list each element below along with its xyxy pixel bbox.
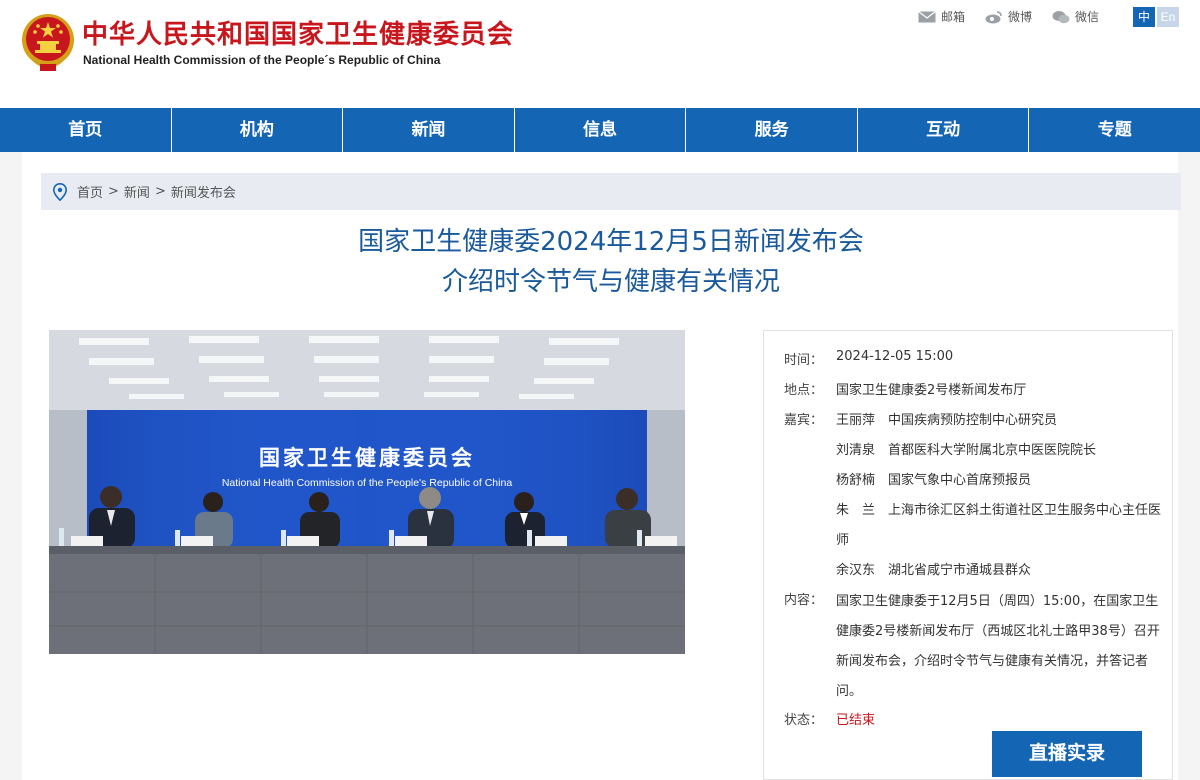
wechat-label: 微信 bbox=[1075, 10, 1100, 24]
nav-item-topics[interactable]: 专题 bbox=[1029, 108, 1200, 152]
backdrop-title-en: National Health Commission of the People… bbox=[222, 477, 512, 489]
weibo-icon bbox=[985, 10, 1002, 23]
guest-title: 中国疾病预防控制中心研究员 bbox=[888, 413, 1058, 428]
backdrop-title-cn: 国家卫生健康委员会 bbox=[259, 446, 475, 470]
guest-title: 首都医科大学附属北京中医医院院长 bbox=[888, 443, 1097, 458]
guest-title: 湖北省咸宁市通城县群众 bbox=[888, 563, 1032, 578]
weibo-link[interactable]: 微博 bbox=[985, 8, 1032, 25]
nav-item-services[interactable]: 服务 bbox=[686, 108, 858, 152]
guest-name: 王丽萍 bbox=[836, 413, 876, 428]
content-label: 内容： bbox=[784, 593, 824, 608]
nav-item-news[interactable]: 新闻 bbox=[343, 108, 515, 152]
top-links: 邮箱 微博 微信 bbox=[918, 8, 1119, 25]
nav-item-home[interactable]: 首页 bbox=[0, 108, 172, 152]
info-guests-row: 嘉宾： bbox=[784, 409, 836, 428]
lang-cn-button[interactable]: 中 bbox=[1133, 7, 1155, 27]
live-record-button[interactable]: 直播实录 bbox=[992, 731, 1142, 777]
breadcrumb: 首页 > 新闻 > 新闻发布会 bbox=[41, 173, 1181, 210]
article-title: 国家卫生健康委2024年12月5日新闻发布会 介绍时令节气与健康有关情况 bbox=[22, 222, 1200, 302]
photo-illustration: 国家卫生健康委员会 National Health Commission of … bbox=[49, 330, 685, 654]
guests-label: 嘉宾： bbox=[784, 413, 824, 428]
national-emblem-icon[interactable] bbox=[20, 12, 76, 72]
site-title-cn[interactable]: 中华人民共和国国家卫生健康委员会 bbox=[82, 14, 514, 51]
site-header: 中华人民共和国国家卫生健康委员会 National Health Commiss… bbox=[0, 0, 1200, 108]
guest-name: 余汉东 bbox=[836, 563, 876, 578]
press-info-panel: 时间： 2024-12-05 15:00 地点： 国家卫生健康委2号楼新闻发布厅… bbox=[763, 330, 1173, 780]
guest-title: 国家气象中心首席预报员 bbox=[888, 473, 1032, 488]
info-time-row: 时间： 2024-12-05 15:00 bbox=[784, 349, 953, 368]
breadcrumb-home[interactable]: 首页 bbox=[77, 182, 103, 201]
guest-item: 刘清泉 首都医科大学附属北京中医医院院长 bbox=[836, 439, 1096, 458]
guest-item: 朱 兰上海市徐汇区斜土街道社区卫生服务中心主任医 bbox=[836, 499, 1161, 518]
nav-item-interaction[interactable]: 互动 bbox=[858, 108, 1030, 152]
guest-name: 朱 兰 bbox=[836, 503, 876, 518]
wechat-link[interactable]: 微信 bbox=[1052, 8, 1099, 25]
content-value: 国家卫生健康委于12月5日（周四）15:00，在国家卫生健康委2号楼新闻发布厅（… bbox=[836, 594, 1160, 699]
article-title-line1: 国家卫生健康委2024年12月5日新闻发布会 bbox=[358, 227, 864, 257]
breadcrumb-press-conference[interactable]: 新闻发布会 bbox=[171, 182, 236, 201]
time-label: 时间： bbox=[784, 353, 824, 368]
guest-item: 王丽萍 中国疾病预防控制中心研究员 bbox=[836, 409, 1057, 428]
breadcrumb-separator: > bbox=[108, 184, 119, 199]
place-value: 国家卫生健康委2号楼新闻发布厅 bbox=[836, 383, 1027, 398]
guest-title: 师 bbox=[836, 533, 850, 548]
main-nav: 首页 机构 新闻 信息 服务 互动 专题 bbox=[0, 108, 1200, 152]
status-value: 已结束 bbox=[836, 713, 876, 728]
mail-icon bbox=[918, 10, 936, 22]
nav-item-institutions[interactable]: 机构 bbox=[172, 108, 344, 152]
breadcrumb-separator: > bbox=[154, 184, 166, 199]
breadcrumb-news[interactable]: 新闻 bbox=[124, 182, 150, 201]
info-content-row: 内容： bbox=[784, 589, 836, 608]
page-side-left bbox=[0, 152, 22, 780]
guest-name: 刘清泉 bbox=[836, 443, 876, 458]
info-status-row: 状态： 已结束 bbox=[784, 709, 875, 728]
wechat-icon bbox=[1052, 10, 1070, 23]
guest-name: 杨舒楠 bbox=[836, 473, 876, 488]
location-pin-icon bbox=[53, 182, 67, 201]
nav-item-information[interactable]: 信息 bbox=[515, 108, 687, 152]
guest-item: 余汉东 湖北省咸宁市通城县群众 bbox=[836, 559, 1031, 578]
weibo-label: 微博 bbox=[1008, 10, 1033, 24]
guest-item: 杨舒楠 国家气象中心首席预报员 bbox=[836, 469, 1031, 488]
guest-title: 上海市徐汇区斜土街道社区卫生服务中心主任医 bbox=[888, 503, 1162, 518]
time-value: 2024-12-05 15:00 bbox=[836, 349, 954, 364]
press-conference-photo: 国家卫生健康委员会 National Health Commission of … bbox=[49, 330, 685, 654]
place-label: 地点： bbox=[784, 383, 824, 398]
mail-link[interactable]: 邮箱 bbox=[918, 8, 965, 25]
article-title-line2: 介绍时令节气与健康有关情况 bbox=[441, 267, 780, 297]
mail-label: 邮箱 bbox=[941, 10, 966, 24]
guest-item: 师 bbox=[836, 529, 849, 548]
lang-en-button[interactable]: En bbox=[1157, 7, 1179, 27]
site-title-en[interactable]: National Health Commission of the People… bbox=[83, 53, 440, 67]
info-place-row: 地点： 国家卫生健康委2号楼新闻发布厅 bbox=[784, 379, 1026, 398]
status-label: 状态： bbox=[784, 713, 824, 728]
